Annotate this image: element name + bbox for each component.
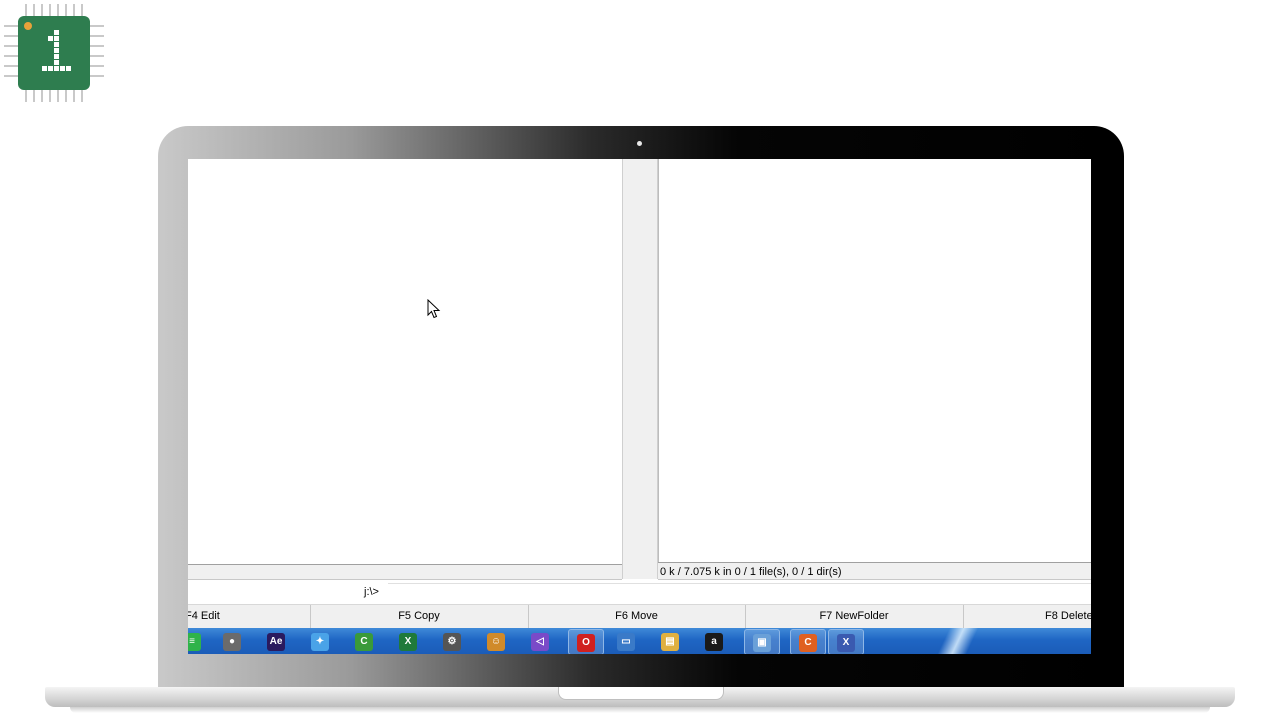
laptop-shadow [70, 707, 1210, 713]
close-app-icon[interactable]: X [828, 629, 864, 654]
channel-logo [4, 4, 104, 102]
amazon-icon[interactable]: a [704, 631, 724, 651]
left-file-pane[interactable] [188, 159, 623, 565]
pane-divider[interactable] [622, 159, 658, 579]
command-input[interactable] [388, 583, 1091, 602]
left-status-bar [188, 564, 622, 580]
opera-icon[interactable]: O [568, 629, 604, 654]
webcam [637, 141, 642, 146]
f4-edit-button[interactable]: F4 Edit [188, 605, 311, 629]
screen: 0 k / 7.075 k in 0 / 1 file(s), 0 / 1 di… [188, 159, 1091, 654]
command-line: j:\> [188, 580, 1091, 604]
character-icon[interactable]: ☺ [486, 631, 506, 651]
command-prompt-label: j:\> [364, 586, 379, 598]
right-status-bar: 0 k / 7.075 k in 0 / 1 file(s), 0 / 1 di… [658, 562, 1091, 580]
monitor-icon[interactable]: ▣ [744, 629, 780, 654]
f8-delete-button[interactable]: F8 Delete [964, 605, 1091, 629]
window-icon[interactable]: ▭ [616, 631, 636, 651]
right-file-pane[interactable] [658, 159, 1091, 563]
green-app-icon[interactable]: ≡ [188, 631, 202, 651]
document-icon[interactable]: ▤ [660, 631, 680, 651]
settings-icon[interactable]: ⚙ [442, 631, 462, 651]
f6-move-button[interactable]: F6 Move [528, 605, 746, 629]
camtasia-icon[interactable]: C [354, 631, 374, 651]
mouse-cursor-icon [427, 299, 441, 319]
visual-studio-icon[interactable]: ◁ [530, 631, 550, 651]
taskbar: ≡ ● Ae ✦ C X ⚙ ☺ ◁ O ▭ ▤ a ▣ C X [188, 628, 1091, 654]
f5-copy-button[interactable]: F5 Copy [310, 605, 529, 629]
function-key-bar: F4 Edit F5 Copy F6 Move F7 NewFolder F8 … [188, 604, 1091, 629]
excel-icon[interactable]: X [398, 631, 418, 651]
after-effects-icon[interactable]: Ae [266, 631, 286, 651]
orange-app-icon[interactable]: C [790, 629, 826, 654]
laptop-notch [558, 687, 724, 700]
f7-newfolder-button[interactable]: F7 NewFolder [745, 605, 964, 629]
network-icon[interactable]: ✦ [310, 631, 330, 651]
media-icon[interactable]: ● [222, 631, 242, 651]
